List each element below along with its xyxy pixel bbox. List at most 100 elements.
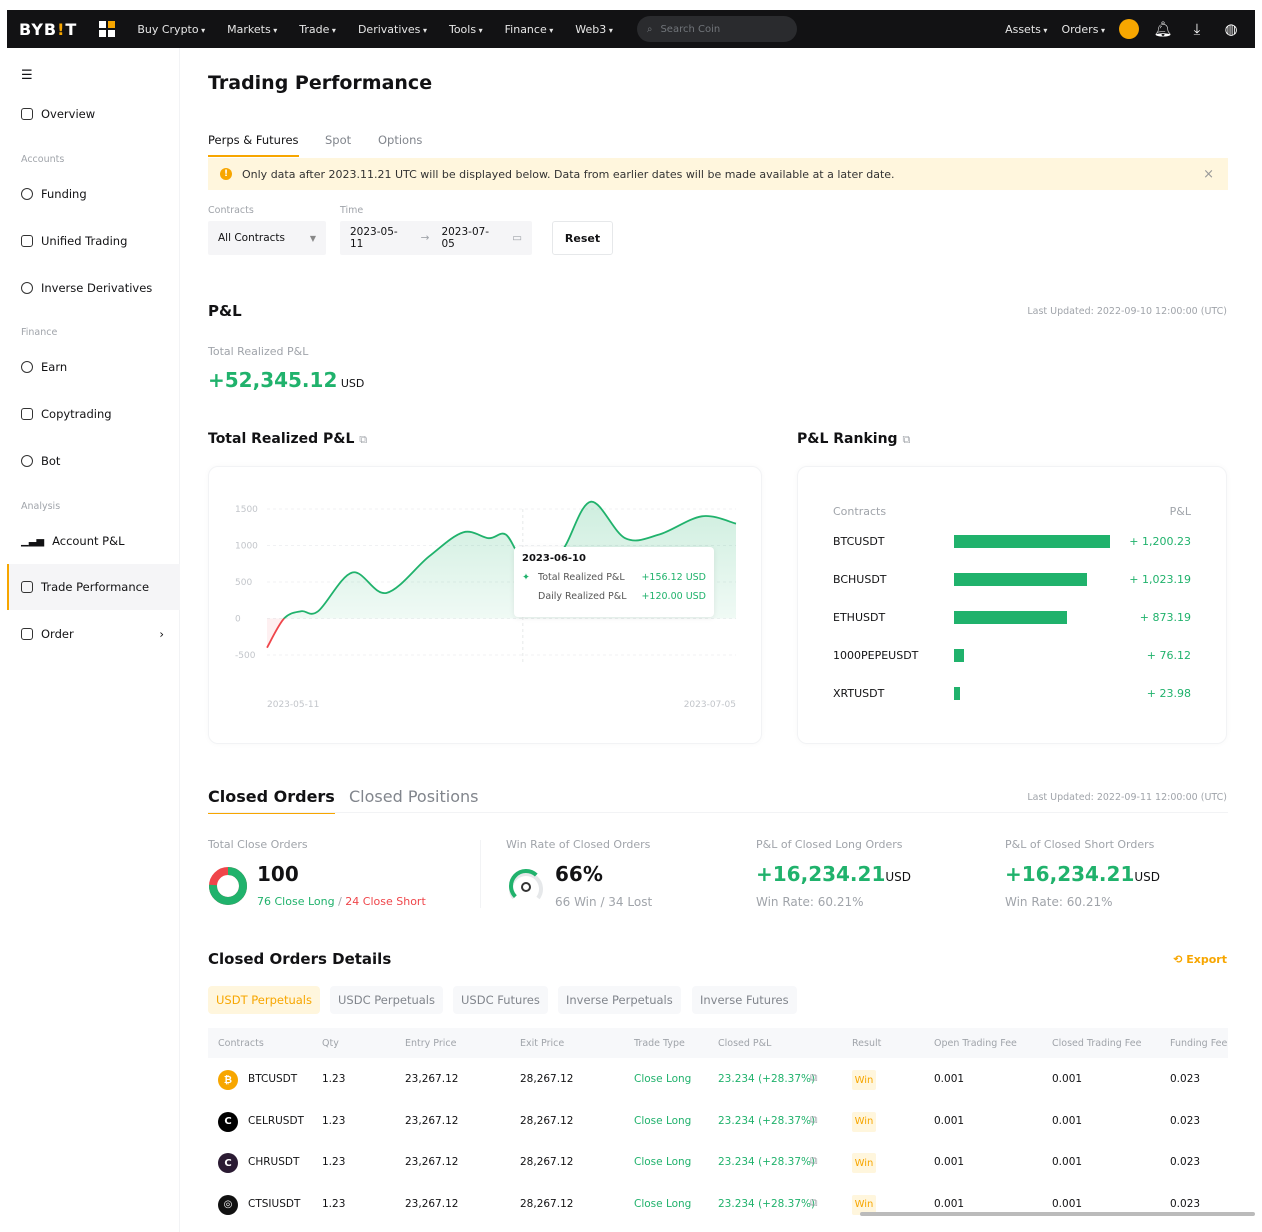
- column-header-closed-trading-fee[interactable]: Closed Trading Fee: [1052, 1038, 1141, 1049]
- external-link-icon[interactable]: ⧉: [810, 1114, 818, 1127]
- date-range-picker[interactable]: 2023-05-11 → 2023-07-05 ▭: [340, 221, 532, 255]
- cell-open-trading-fee: 0.001: [934, 1073, 965, 1085]
- coin-icon: C: [218, 1111, 238, 1132]
- column-header-exit-price[interactable]: Exit Price: [520, 1038, 564, 1049]
- chart-title-text: Total Realized P&L: [208, 431, 355, 447]
- column-header-trade-type[interactable]: Trade Type: [634, 1038, 685, 1049]
- cell-open-trading-fee: 0.001: [934, 1114, 965, 1127]
- export-label: Export: [1186, 953, 1227, 966]
- tab-spot[interactable]: Spot: [325, 133, 351, 147]
- sidebar-item-trade-performance[interactable]: Trade Performance: [7, 564, 180, 610]
- sidebar-item-inverse-derivatives[interactable]: Inverse Derivatives: [7, 265, 180, 311]
- cell-closed-trading-fee: 0.001: [1052, 1156, 1083, 1168]
- total-realized-pnl-value: +52,345.12: [208, 368, 338, 392]
- nav-finance[interactable]: Finance: [505, 23, 554, 36]
- short-orders-pnl-label: P&L of Closed Short Orders: [1005, 838, 1155, 851]
- sidebar-item-unified-trading[interactable]: Unified Trading: [7, 218, 180, 264]
- tooltip-value: +156.12 USD: [641, 572, 706, 583]
- globe-icon[interactable]: ◍: [1221, 19, 1241, 39]
- column-header-result[interactable]: Result: [852, 1038, 881, 1049]
- column-header-funding-fee[interactable]: Funding Fee: [1170, 1038, 1227, 1049]
- external-link-icon[interactable]: ⧉: [810, 1072, 818, 1085]
- close-icon[interactable]: ×: [1203, 167, 1214, 182]
- external-link-icon[interactable]: ⧉: [359, 433, 367, 446]
- long-short-donut: [209, 867, 247, 905]
- collapse-menu-icon[interactable]: ☰: [21, 68, 33, 83]
- nav-web3[interactable]: Web3: [575, 23, 613, 36]
- sidebar-item-bot[interactable]: Bot: [7, 438, 180, 484]
- nav-tools[interactable]: Tools: [449, 23, 483, 36]
- column-header-qty[interactable]: Qty: [322, 1038, 339, 1049]
- long-short-breakdown: 76 Close Long / 24 Close Short: [257, 895, 426, 908]
- long-orders-pnl-value: +16,234.21: [756, 862, 886, 886]
- order-icon: [21, 628, 33, 640]
- bell-icon[interactable]: 🔔︎: [1153, 19, 1173, 39]
- close-long-count: 76 Close Long: [257, 895, 335, 908]
- cell-qty: 1.23: [322, 1197, 346, 1210]
- sidebar-item-copytrading[interactable]: Copytrading: [7, 391, 180, 437]
- earn-icon: [21, 361, 33, 373]
- tab-closed-orders[interactable]: Closed Orders: [208, 787, 335, 814]
- apps-grid-icon[interactable]: [99, 21, 116, 37]
- cell-closed-pnl: 23.234 (+28.37%): [718, 1114, 816, 1127]
- wallet-icon: [21, 235, 33, 247]
- tab-usdt-perpetuals[interactable]: USDT Perpetuals: [208, 986, 320, 1014]
- total-realized-pnl: +52,345.12 USD: [208, 368, 364, 392]
- nav-buy-crypto[interactable]: Buy Crypto: [137, 23, 205, 36]
- horizontal-scrollbar[interactable]: [860, 1212, 1255, 1216]
- long-orders-pnl: +16,234.21USD: [756, 862, 911, 886]
- chart-title: Total Realized P&L ⧉: [208, 431, 367, 447]
- export-button[interactable]: ⟲ Export: [1173, 953, 1227, 966]
- nav-assets[interactable]: Assets: [1005, 23, 1047, 36]
- sidebar-item-earn[interactable]: Earn: [7, 344, 180, 390]
- ranking-header-contracts: Contracts: [833, 505, 887, 518]
- top-nav: BYB!T Buy Crypto Markets Trade Derivativ…: [7, 10, 1255, 48]
- tab-usdc-perpetuals[interactable]: USDC Perpetuals: [330, 986, 443, 1014]
- ranking-bar: [954, 687, 960, 700]
- page-title: Trading Performance: [208, 72, 433, 94]
- sidebar-item-account-pnl[interactable]: ▁▃▅ Account P&L: [7, 518, 180, 564]
- nav-markets[interactable]: Markets: [227, 23, 277, 36]
- ranking-value: + 1,023.19: [1129, 573, 1191, 586]
- tab-closed-positions[interactable]: Closed Positions: [349, 787, 478, 806]
- column-header-open-trading-fee[interactable]: Open Trading Fee: [934, 1038, 1017, 1049]
- column-header-entry-price[interactable]: Entry Price: [405, 1038, 456, 1049]
- bybit-logo[interactable]: BYB!T: [19, 20, 77, 39]
- sidebar-item-overview[interactable]: Overview: [7, 91, 180, 137]
- cell-open-trading-fee: 0.001: [934, 1156, 965, 1168]
- avatar-icon[interactable]: [1119, 19, 1139, 39]
- win-rate-value: 66%: [555, 862, 603, 886]
- external-link-icon[interactable]: ⧉: [902, 433, 910, 446]
- y-tick-label: -500: [235, 651, 256, 661]
- tab-usdc-futures[interactable]: USDC Futures: [453, 986, 548, 1014]
- ranking-bar: [954, 573, 1087, 586]
- sidebar-item-funding[interactable]: Funding: [7, 171, 180, 217]
- tab-perps-futures[interactable]: Perps & Futures: [208, 133, 299, 157]
- contracts-select[interactable]: All Contracts ▼: [208, 221, 326, 255]
- sidebar-group-analysis: Analysis: [21, 501, 61, 512]
- cell-funding-fee: 0.023: [1170, 1197, 1201, 1210]
- ranking-header-pnl: P&L: [1169, 505, 1191, 518]
- sidebar-item-order[interactable]: Order ›: [7, 611, 180, 657]
- logo-text: BYB: [19, 19, 58, 39]
- ranking-contract: BCHUSDT: [833, 573, 887, 586]
- column-header-closed-pnl[interactable]: Closed P&L: [718, 1038, 771, 1049]
- reset-button[interactable]: Reset: [552, 221, 613, 255]
- tab-options[interactable]: Options: [378, 133, 422, 147]
- ranking-value: + 873.19: [1139, 611, 1191, 624]
- nav-orders[interactable]: Orders: [1061, 23, 1105, 36]
- copy-icon: [21, 408, 33, 420]
- column-header-contracts[interactable]: Contracts: [218, 1038, 264, 1049]
- separator: /: [334, 895, 346, 908]
- tab-inverse-futures[interactable]: Inverse Futures: [692, 986, 797, 1014]
- pnl-last-updated: Last Updated: 2022-09-10 12:00:00 (UTC): [1027, 306, 1227, 317]
- tab-inverse-perpetuals[interactable]: Inverse Perpetuals: [558, 986, 681, 1014]
- short-win-rate: Win Rate: 60.21%: [1005, 895, 1113, 909]
- short-orders-pnl-value: +16,234.21: [1005, 862, 1135, 886]
- external-link-icon[interactable]: ⧉: [810, 1197, 818, 1210]
- download-icon[interactable]: ⤓: [1187, 19, 1207, 39]
- search-input[interactable]: ⌕ Search Coin: [636, 16, 797, 42]
- external-link-icon[interactable]: ⧉: [810, 1155, 818, 1168]
- nav-derivatives[interactable]: Derivatives: [358, 23, 427, 36]
- nav-trade[interactable]: Trade: [299, 23, 336, 36]
